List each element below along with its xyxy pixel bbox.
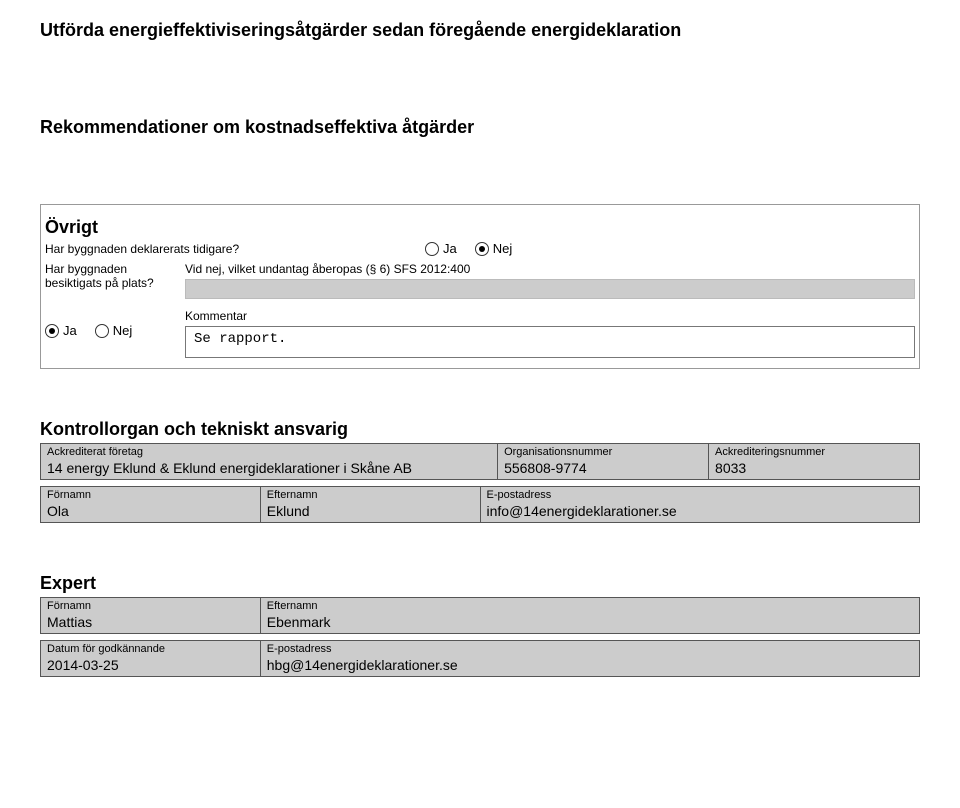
cell-value: 8033 [715, 460, 913, 476]
cell-label: Datum för godkännande [47, 643, 254, 655]
radio-ja-label: Ja [63, 323, 77, 338]
cell-label: Förnamn [47, 600, 254, 612]
expert-table-1: Förnamn Mattias Efternamn Ebenmark [40, 597, 920, 634]
cell-value: 556808-9774 [504, 460, 702, 476]
besiktigats-nej-radio[interactable]: Nej [95, 323, 133, 338]
deklarerats-ja-radio[interactable]: Ja [425, 241, 457, 256]
cell-value: Ola [47, 503, 254, 519]
radio-ja-label: Ja [443, 241, 457, 256]
cell-label: E-postadress [267, 643, 913, 655]
cell-value: Mattias [47, 614, 254, 630]
cell-label: Efternamn [267, 489, 474, 501]
cell-label: E-postadress [487, 489, 914, 501]
undantag-field[interactable] [185, 279, 915, 299]
cell-label: Efternamn [267, 600, 913, 612]
cell-label: Organisationsnummer [504, 446, 702, 458]
cell-label: Ackrediterat företag [47, 446, 491, 458]
deklarerats-nej-radio[interactable]: Nej [475, 241, 513, 256]
radio-icon [95, 324, 109, 338]
expert-table-2: Datum för godkännande 2014-03-25 E-posta… [40, 640, 920, 677]
radio-icon [425, 242, 439, 256]
heading-kontrollorgan: Kontrollorgan och tekniskt ansvarig [40, 419, 920, 440]
cell-value: 2014-03-25 [47, 657, 254, 673]
heading-expert: Expert [40, 573, 920, 594]
heading-utforda: Utförda energieffektiviseringsåtgärder s… [40, 20, 920, 41]
besiktigats-label: Har byggnaden besiktigats på plats? [45, 262, 185, 290]
kommentar-field[interactable]: Se rapport. [185, 326, 915, 358]
cell-value: Ebenmark [267, 614, 913, 630]
table-row: Förnamn Ola Efternamn Eklund E-postadres… [41, 487, 920, 523]
radio-icon [45, 324, 59, 338]
table-row: Förnamn Mattias Efternamn Ebenmark [41, 598, 920, 634]
kontroll-table-2: Förnamn Ola Efternamn Eklund E-postadres… [40, 486, 920, 523]
ovrigt-panel: Övrigt Har byggnaden deklarerats tidigar… [40, 204, 920, 369]
deklarerats-label: Har byggnaden deklarerats tidigare? [45, 242, 425, 256]
radio-icon [475, 242, 489, 256]
undantag-label: Vid nej, vilket undantag åberopas (§ 6) … [185, 262, 915, 276]
radio-nej-label: Nej [113, 323, 133, 338]
heading-rekommendationer: Rekommendationer om kostnadseffektiva åt… [40, 117, 920, 138]
cell-label: Förnamn [47, 489, 254, 501]
cell-value: hbg@14energideklarationer.se [267, 657, 913, 673]
radio-nej-label: Nej [493, 241, 513, 256]
besiktigats-ja-radio[interactable]: Ja [45, 323, 77, 338]
kommentar-label: Kommentar [185, 309, 915, 323]
table-row: Datum för godkännande 2014-03-25 E-posta… [41, 641, 920, 677]
cell-label: Ackrediteringsnummer [715, 446, 913, 458]
cell-value: info@14energideklarationer.se [487, 503, 914, 519]
kontroll-table: Ackrediterat företag 14 energy Eklund & … [40, 443, 920, 480]
table-row: Ackrediterat företag 14 energy Eklund & … [41, 444, 920, 480]
heading-ovrigt: Övrigt [45, 217, 915, 238]
cell-value: 14 energy Eklund & Eklund energideklarat… [47, 460, 491, 476]
cell-value: Eklund [267, 503, 474, 519]
